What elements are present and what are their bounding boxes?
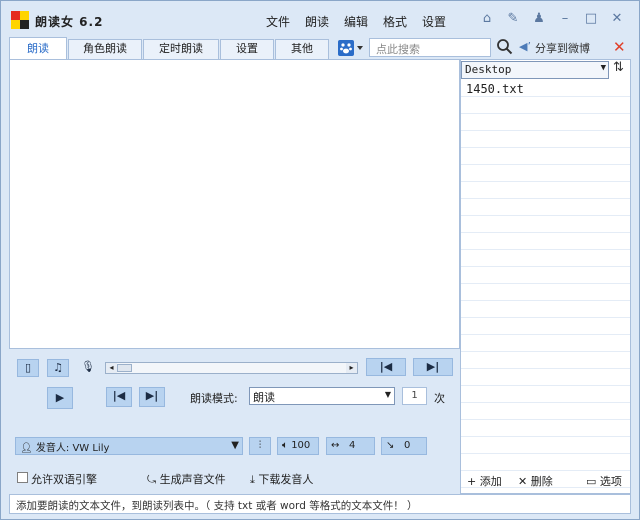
voice-select[interactable]: 👤︎ 发音人: VW Lily ▼: [15, 437, 243, 455]
add-label: 添加: [479, 475, 502, 488]
home-icon[interactable]: ⌂: [479, 11, 495, 27]
voice-value: 发音人: VW Lily: [35, 443, 110, 454]
generate-audio-icon: ⤿: [147, 473, 157, 486]
previous-file-button[interactable]: |◀: [366, 358, 406, 376]
pin-icon[interactable]: ✎: [505, 11, 521, 27]
menu-bar: 文件 朗读 编辑 格式 设置: [266, 13, 461, 30]
list-item[interactable]: 1450.txt: [466, 82, 524, 96]
menu-edit[interactable]: 编辑: [344, 13, 383, 30]
next-file-button[interactable]: ▶|: [413, 358, 453, 376]
tab-timed-read[interactable]: 定时朗读: [143, 39, 219, 59]
microphone-icon[interactable]: 🎙︎: [77, 359, 99, 377]
tab-role-read[interactable]: 角色朗读: [68, 39, 142, 59]
previous-paragraph-button[interactable]: |◀: [106, 387, 132, 407]
slider-left-arrow[interactable]: ◂: [106, 363, 117, 373]
menu-file[interactable]: 文件: [266, 13, 305, 30]
menu-read[interactable]: 朗读: [305, 13, 344, 30]
app-window: 朗读女 6.2 文件 朗读 编辑 格式 设置 ⌂ ✎ ♟ – □ ✕ 朗读 角色…: [0, 0, 640, 520]
chevron-down-icon: ▼: [231, 440, 239, 451]
pitch-icon: ↘: [386, 440, 395, 451]
text-editor-area[interactable]: [9, 59, 460, 349]
options-button[interactable]: ▭ 选项: [586, 473, 622, 489]
tab-bar: 朗读 角色朗读 定时朗读 设置 其他 点此搜索 ◀ʼ 分享到微博 ✕: [9, 37, 631, 59]
maximize-icon[interactable]: □: [583, 11, 599, 27]
menu-settings[interactable]: 设置: [422, 13, 461, 30]
window-controls: ⌂ ✎ ♟ – □ ✕: [479, 11, 625, 27]
open-document-button[interactable]: ▯: [17, 359, 39, 377]
plus-icon: +: [467, 475, 477, 488]
download-voice-button[interactable]: ⤓ 下载发音人: [250, 471, 313, 487]
minimize-icon[interactable]: –: [557, 11, 573, 27]
options-label: 选项: [599, 475, 622, 488]
search-icon[interactable]: [496, 38, 514, 56]
app-logo-icon: [11, 11, 29, 29]
repeat-unit-label: 次: [434, 392, 445, 405]
share-weibo-button[interactable]: ◀ʼ 分享到微博: [519, 40, 590, 56]
file-list: [461, 80, 630, 490]
speed-control[interactable]: ↔ 4: [326, 437, 375, 455]
slider-thumb[interactable]: [117, 364, 132, 372]
directory-value: Desktop: [465, 63, 512, 76]
search-input[interactable]: 点此搜索: [369, 38, 491, 57]
shirt-icon[interactable]: ♟: [531, 11, 547, 27]
pitch-value: 0: [403, 440, 411, 451]
delete-file-button[interactable]: ✕ 删除: [518, 473, 553, 489]
dual-engine-label: 允许双语引擎: [31, 473, 97, 486]
repeat-count-input[interactable]: 1: [402, 387, 427, 405]
speaker-icon: ◀ʼ: [519, 40, 531, 53]
search-engine-icon[interactable]: [338, 39, 368, 57]
mode-value: 朗读: [253, 391, 275, 404]
volume-control[interactable]: 🔈︎ 100: [277, 437, 319, 455]
volume-icon: 🔈︎: [282, 440, 288, 451]
play-button[interactable]: ▶: [47, 387, 73, 409]
tab-read[interactable]: 朗读: [9, 37, 67, 59]
dual-engine-checkbox[interactable]: [17, 472, 28, 483]
menu-format[interactable]: 格式: [383, 13, 422, 30]
status-bar: 添加要朗读的文本文件，到朗读列表中。（ 支持 txt 或者 word 等格式的文…: [9, 494, 631, 514]
speed-value: 4: [348, 440, 356, 451]
add-file-button[interactable]: + 添加: [467, 473, 502, 489]
cross-icon: ✕: [518, 475, 528, 488]
mode-label: 朗读模式:: [190, 392, 238, 405]
pitch-control[interactable]: ↘ 0: [381, 437, 427, 455]
app-title: 朗读女 6.2: [35, 15, 104, 29]
next-paragraph-button[interactable]: ▶|: [139, 387, 165, 407]
close-tab-icon[interactable]: ✕: [613, 38, 626, 56]
speed-icon: ↔: [331, 440, 340, 451]
tab-settings[interactable]: 设置: [220, 39, 274, 59]
delete-label: 删除: [530, 475, 553, 488]
download-icon: ⤓: [250, 473, 255, 486]
person-icon: 👤︎: [20, 443, 33, 454]
slider-right-arrow[interactable]: ▸: [346, 363, 357, 373]
generate-audio-button[interactable]: ⤿ 生成声音文件: [147, 471, 226, 487]
download-voice-label: 下载发音人: [258, 473, 314, 486]
directory-select[interactable]: Desktop ▼: [461, 61, 609, 79]
tab-other[interactable]: 其他: [275, 39, 329, 59]
voice-settings-icon[interactable]: ⫶: [249, 437, 271, 455]
generate-audio-label: 生成声音文件: [159, 473, 226, 486]
window-icon: ▭: [586, 475, 597, 488]
title-bar: 朗读女 6.2 文件 朗读 编辑 格式 设置 ⌂ ✎ ♟ – □ ✕: [1, 1, 639, 37]
progress-slider[interactable]: ◂ ▸: [105, 362, 358, 374]
mode-select[interactable]: 朗读 ▼: [249, 387, 395, 405]
refresh-icon[interactable]: ⇅: [613, 60, 624, 75]
music-note-icon[interactable]: ♫: [47, 359, 69, 377]
chevron-down-icon: ▼: [384, 390, 391, 399]
control-panel: ▯ ♫ 🎙︎ ◂ ▸ |◀ ▶| ▶ |◀ ▶| 朗读模式: 朗读 ▼ 1 次 …: [9, 351, 460, 494]
close-icon[interactable]: ✕: [609, 11, 625, 27]
share-label: 分享到微博: [534, 42, 590, 55]
volume-value: 100: [291, 440, 311, 451]
chevron-down-icon: ▼: [600, 63, 606, 73]
file-browser: Desktop ▼ ⇅ 1450.txt: [460, 59, 631, 494]
